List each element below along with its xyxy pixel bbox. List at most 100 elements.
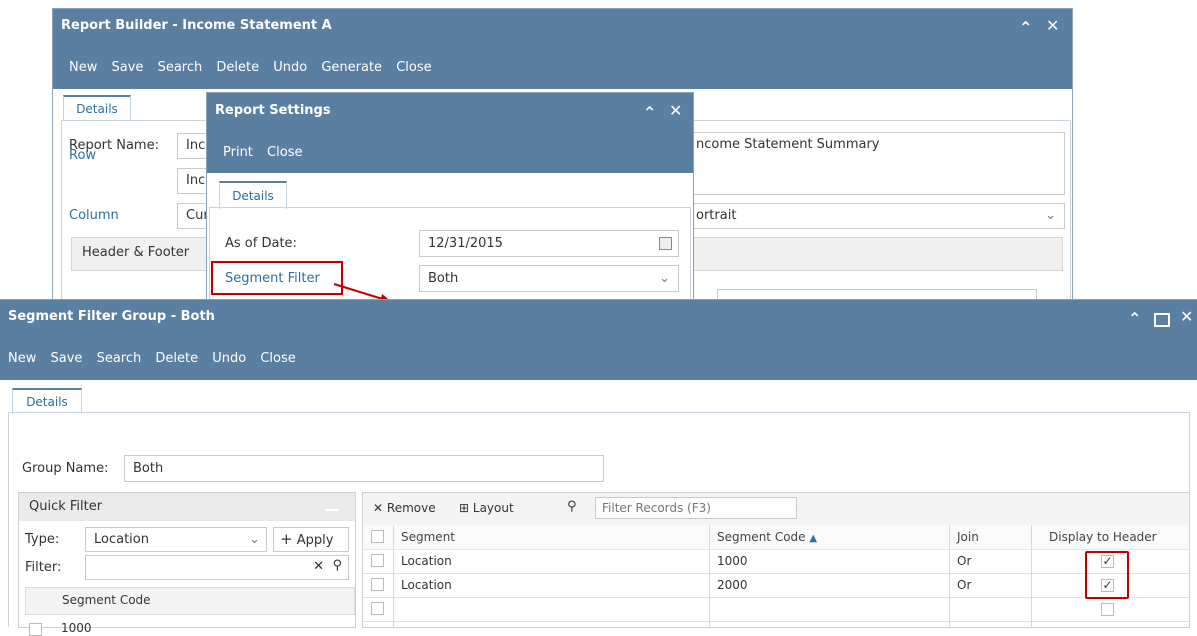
report-settings-titlebar: Report Settings ⌃ ✕ — [207, 93, 693, 131]
quick-filter-row-value: 1000 — [61, 621, 92, 635]
apply-button[interactable]: + Apply — [273, 527, 349, 552]
grid-body: Segment Segment Code ▲ Join Display to H… — [363, 525, 1189, 627]
group-name-label: Group Name: — [22, 461, 109, 476]
column-link[interactable]: Column — [69, 208, 119, 223]
report-builder-title: Report Builder - Income Statement A — [61, 18, 332, 33]
column-divider — [949, 525, 950, 627]
sort-ascending-icon: ▲ — [809, 533, 818, 544]
select-all-checkbox[interactable] — [371, 530, 384, 543]
segment-code-header: Segment Code — [62, 593, 151, 607]
quick-filter-header: Quick Filter — [19, 493, 355, 521]
header-footer-label: Header & Footer — [82, 245, 190, 260]
close-icon[interactable]: ✕ — [669, 101, 682, 120]
maximize-icon[interactable] — [1154, 313, 1170, 327]
remove-button[interactable]: ✕ Remove — [373, 501, 436, 515]
close-icon[interactable]: ✕ — [1046, 16, 1059, 35]
menu-new[interactable]: New — [8, 351, 36, 366]
remove-icon: ✕ — [373, 501, 384, 515]
menu-close[interactable]: Close — [260, 351, 295, 366]
menu-delete[interactable]: Delete — [155, 351, 198, 366]
filter-label: Filter: — [25, 560, 62, 575]
segment-column-header[interactable]: Segment — [401, 530, 455, 544]
type-select[interactable]: Location ⌄ — [85, 527, 267, 552]
search-icon[interactable]: ⚲ — [332, 558, 342, 573]
collapse-icon[interactable]: ⌃ — [643, 103, 656, 122]
plus-icon: + — [280, 530, 293, 548]
menu-save[interactable]: Save — [112, 60, 144, 75]
as-of-date-label: As of Date: — [225, 236, 297, 251]
menu-print[interactable]: Print — [223, 145, 253, 160]
menu-undo[interactable]: Undo — [212, 351, 246, 366]
segment-filter-select[interactable]: Both ⌄ — [419, 265, 679, 292]
group-name-field[interactable]: Both — [124, 455, 604, 482]
menu-undo[interactable]: Undo — [273, 60, 307, 75]
quick-filter-title: Quick Filter — [29, 499, 103, 514]
grid-header-row: Segment Segment Code ▲ Join Display to H… — [363, 525, 1189, 550]
close-icon[interactable]: ✕ — [1180, 307, 1193, 326]
report-settings-menu: Print Close — [207, 131, 693, 173]
quick-filter-grid-header: Segment Code — [25, 587, 355, 615]
layout-button[interactable]: ⊞ Layout — [459, 501, 514, 515]
chevron-down-icon: ⌄ — [249, 532, 260, 547]
column-divider — [393, 525, 394, 627]
filter-input[interactable]: ✕ ⚲ — [85, 555, 349, 580]
type-label: Type: — [25, 532, 60, 547]
tab-details[interactable]: Details — [219, 181, 287, 209]
menu-search[interactable]: Search — [97, 351, 142, 366]
segment-code-cell: 1000 — [717, 554, 748, 568]
menu-generate[interactable]: Generate — [321, 60, 382, 75]
display-to-header-checkbox[interactable] — [1101, 603, 1114, 616]
search-icon: ⚲ — [567, 499, 577, 514]
join-cell: Or — [957, 554, 972, 568]
chevron-down-icon: ⌄ — [1045, 208, 1056, 223]
table-row[interactable]: Location 1000 Or ✓ — [363, 550, 1189, 574]
column-divider — [709, 525, 710, 627]
calendar-icon[interactable] — [659, 237, 672, 250]
row-link[interactable]: Row — [69, 148, 96, 163]
row-checkbox[interactable] — [371, 554, 384, 567]
segment-filter-link[interactable]: Segment Filter — [225, 271, 320, 286]
row-checkbox[interactable] — [371, 602, 384, 615]
join-column-header[interactable]: Join — [957, 530, 979, 544]
segment-filter-title: Segment Filter Group - Both — [8, 309, 215, 324]
tab-details[interactable]: Details — [12, 388, 82, 414]
filter-records-input[interactable] — [595, 497, 797, 519]
column-divider — [1031, 525, 1032, 627]
table-row-empty[interactable] — [363, 598, 1189, 622]
menu-close[interactable]: Close — [267, 145, 302, 160]
menu-delete[interactable]: Delete — [216, 60, 259, 75]
segment-filter-titlebar: Segment Filter Group - Both ⌃ ✕ — [0, 300, 1197, 338]
segment-cell: Location — [401, 554, 452, 568]
display-to-header-highlight — [1085, 551, 1129, 599]
tab-details[interactable]: Details — [63, 95, 131, 121]
display-to-header-column-header[interactable]: Display to Header — [1049, 530, 1157, 544]
as-of-date-field[interactable]: 12/31/2015 — [419, 230, 679, 257]
menu-close[interactable]: Close — [396, 60, 431, 75]
report-builder-menu: New Save Search Delete Undo Generate Clo… — [53, 47, 1072, 89]
report-settings-window: Report Settings ⌃ ✕ Print Close Details … — [206, 92, 694, 302]
row-checkbox[interactable] — [371, 578, 384, 591]
grid-toolbar: ✕ Remove ⊞ Layout ⚲ — [363, 493, 1189, 525]
table-row[interactable]: Location 2000 Or ✓ — [363, 574, 1189, 598]
menu-search[interactable]: Search — [158, 60, 203, 75]
join-cell: Or — [957, 578, 972, 592]
minimize-icon[interactable] — [325, 509, 339, 511]
menu-save[interactable]: Save — [51, 351, 83, 366]
segment-code-column-header[interactable]: Segment Code ▲ — [717, 530, 817, 544]
description-field[interactable]: ncome Statement Summary — [687, 132, 1065, 195]
chevron-down-icon: ⌄ — [659, 271, 670, 286]
segment-filter-group-window: Segment Filter Group - Both ⌃ ✕ New Save… — [0, 299, 1197, 636]
report-builder-titlebar: Report Builder - Income Statement A ⌃ ✕ — [53, 9, 1072, 47]
collapse-icon[interactable]: ⌃ — [1128, 309, 1141, 328]
segment-filter-menu: New Save Search Delete Undo Close — [0, 338, 1197, 380]
menu-new[interactable]: New — [69, 60, 97, 75]
collapse-icon[interactable]: ⌃ — [1019, 18, 1032, 37]
clear-icon[interactable]: ✕ — [313, 559, 324, 574]
grid-icon: ⊞ — [459, 501, 470, 515]
quick-filter-panel: Quick Filter Type: Location ⌄ + Apply Fi… — [18, 492, 356, 636]
orientation-select[interactable]: ortrait ⌄ — [687, 203, 1065, 229]
segments-grid: ✕ Remove ⊞ Layout ⚲ Segment Segment Code… — [362, 492, 1190, 628]
segment-code-cell: 2000 — [717, 578, 748, 592]
report-settings-title: Report Settings — [215, 103, 331, 118]
segment-cell: Location — [401, 578, 452, 592]
